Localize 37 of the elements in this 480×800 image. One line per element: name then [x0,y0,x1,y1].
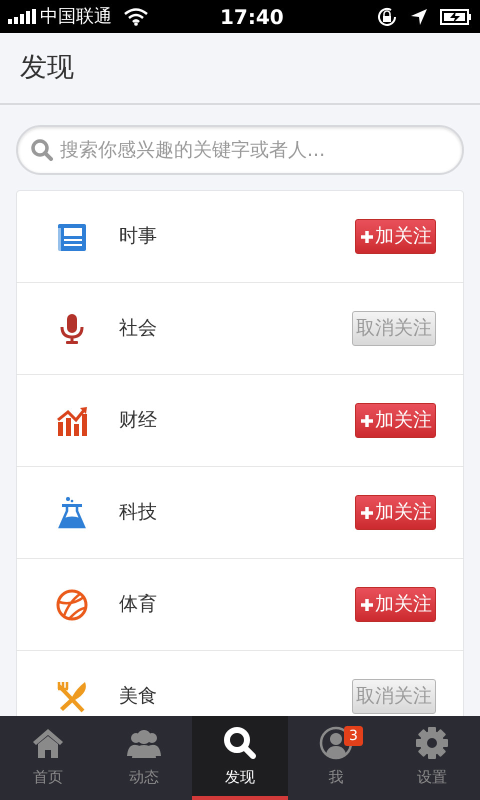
unfollow-button[interactable]: 取消关注 [352,311,436,346]
basketball-icon [55,588,89,622]
signal-icon [8,8,36,24]
clock-time: 17:40 [220,4,284,30]
tab-item[interactable]: 设置 [384,716,480,800]
search-field[interactable]: 搜索你感兴趣的关键字或者人... [16,125,464,175]
battery-icon [440,8,472,26]
follow-button[interactable]: 加关注 [355,219,436,254]
carrier-name: 中国联通 [40,5,112,29]
topic-name: 体育 [119,592,157,618]
search-icon [223,726,257,760]
tab-item[interactable]: 首页 [0,716,96,800]
topic-name: 社会 [119,316,157,342]
plus-icon [360,414,374,428]
location-arrow-icon [410,8,428,26]
follow-button[interactable]: 加关注 [355,587,436,622]
tab-item[interactable]: 动态 [96,716,192,800]
fork-knife-icon [55,680,89,714]
plus-icon [360,598,374,612]
tab-item[interactable]: 发现 [192,716,288,800]
follow-button[interactable]: 加关注 [355,495,436,530]
follow-button[interactable]: 加关注 [355,403,436,438]
topic-name: 美食 [119,684,157,710]
plus-icon [360,230,374,244]
page-title: 发现 [20,50,74,85]
rotation-lock-icon [376,6,398,28]
search-icon [30,138,54,162]
unfollow-button[interactable]: 取消关注 [352,679,436,714]
topic-name: 财经 [119,408,157,434]
topic-name: 科技 [119,500,157,526]
tab-item[interactable]: 我 3 [288,716,384,800]
flask-icon [55,496,89,530]
topic-name: 时事 [119,224,157,250]
wifi-icon [124,8,148,26]
notification-badge: 3 [344,726,363,746]
settings-icon [415,726,449,760]
plus-icon [360,506,374,520]
